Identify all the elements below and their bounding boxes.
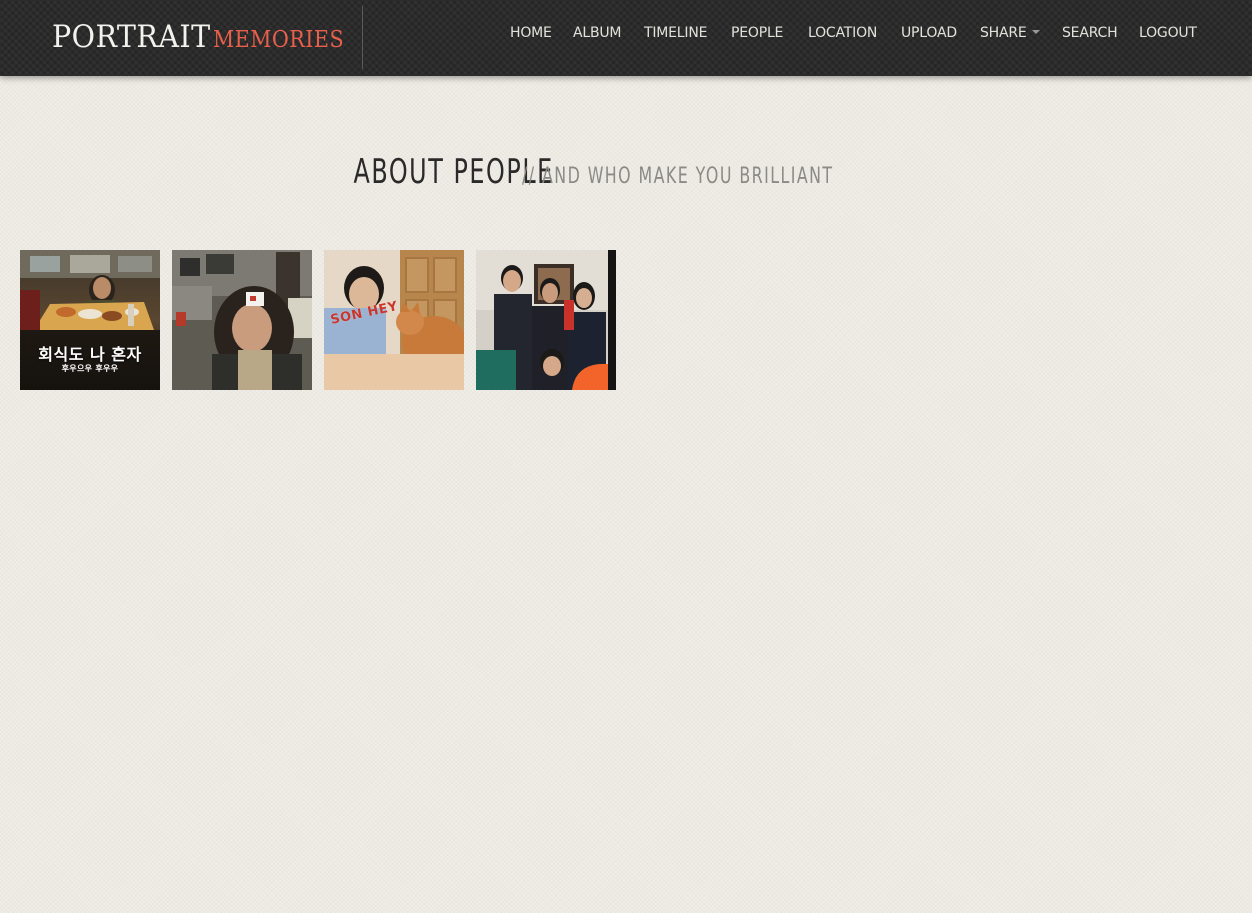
caret-down-icon [1031,30,1040,34]
nav-logout[interactable]: LOGOUT [1139,25,1197,41]
nav-home[interactable]: HOME [510,25,552,41]
photo-thumbnail[interactable]: SON HEY [324,250,464,390]
page-heading: ABOUT PEOPLE// AND WHO MAKE YOU BRILLIAN… [0,152,1252,192]
photo-thumbnail[interactable] [172,250,312,390]
nav-upload[interactable]: UPLOAD [901,25,957,41]
page-subtitle: // AND WHO MAKE YOU BRILLIANT [522,164,834,189]
photo-subcaption: 후우으우 후우우 [61,364,119,373]
nav-share-label: SHARE [980,25,1027,41]
nav-search[interactable]: SEARCH [1062,25,1118,41]
nav-location[interactable]: LOCATION [808,25,877,41]
nav-album[interactable]: ALBUM [573,25,622,41]
top-navbar: PORTRAIT MEMORIES HOME ALBUM TIMELINE PE… [0,0,1252,76]
nav-share-dropdown[interactable]: SHARE [980,25,1040,41]
brand-name: PORTRAIT [52,19,211,55]
photo-caption: 회식도 나 혼자 [38,345,142,364]
nav-timeline[interactable]: TIMELINE [644,25,707,41]
navbar-divider [362,6,363,69]
photo-thumbnail[interactable]: 회식도 나 혼자 후우으우 후우우 [20,250,160,390]
photo-image [476,250,616,390]
brand-logo[interactable]: PORTRAIT MEMORIES [52,19,344,55]
photo-image [172,250,312,390]
nav-people[interactable]: PEOPLE [731,25,783,41]
brand-accent: MEMORIES [213,27,345,53]
photo-thumbnail[interactable] [476,250,616,390]
